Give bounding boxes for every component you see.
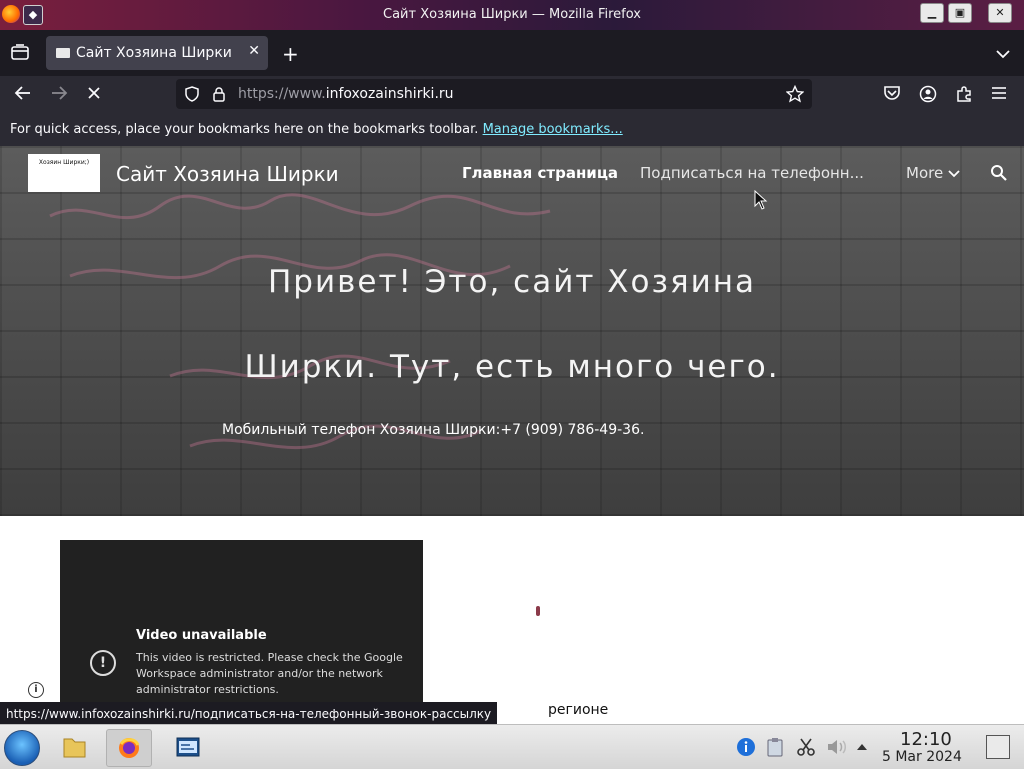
tab-active[interactable]: Сайт Хозяина Ширки ✕	[46, 36, 268, 70]
maximize-button[interactable]: ▣	[948, 3, 972, 23]
account-icon[interactable]	[919, 85, 937, 107]
tab-favicon-icon	[56, 48, 70, 58]
hero-heading-line1: Привет! Это, сайт Хозяина	[267, 264, 757, 300]
firefox-view-icon[interactable]	[11, 44, 29, 64]
hamburger-menu-icon[interactable]	[991, 85, 1007, 104]
web-page: Хозяин Ширки;) Сайт Хозяина Ширки Главна…	[0, 146, 1024, 724]
url-host: infoxozainshirki.ru	[325, 86, 454, 102]
site-logo[interactable]: Хозяин Ширки;)	[28, 154, 100, 192]
embedded-video-player[interactable]: ! Video unavailable This video is restri…	[60, 540, 423, 724]
close-window-button[interactable]: ✕	[988, 3, 1012, 23]
lock-icon[interactable]	[212, 86, 226, 106]
video-error-title: Video unavailable	[136, 628, 267, 643]
loading-mark	[536, 606, 540, 616]
list-all-tabs-chevron-icon[interactable]	[996, 44, 1010, 63]
site-title[interactable]: Сайт Хозяина Ширки	[116, 162, 339, 186]
tray-expand-arrow-icon[interactable]	[856, 737, 868, 761]
site-info-icon[interactable]: i	[28, 682, 44, 698]
taskbar-firefox[interactable]	[106, 729, 152, 767]
clipboard-tray-icon[interactable]	[766, 737, 784, 761]
start-menu-button[interactable]	[4, 730, 40, 766]
video-error-icon: !	[90, 650, 116, 676]
hero-phone-text: Мобильный телефон Хозяина Ширки:+7 (909)…	[222, 422, 645, 438]
pocket-icon[interactable]	[883, 85, 901, 105]
volume-tray-icon[interactable]	[826, 737, 848, 761]
show-desktop-button[interactable]	[986, 735, 1010, 759]
site-search-icon[interactable]	[990, 164, 1008, 186]
nav-home-link[interactable]: Главная страница	[462, 164, 618, 182]
minimize-button[interactable]: ▁	[920, 3, 944, 23]
url-prefix: https://www.	[238, 86, 326, 102]
nav-subscribe-link[interactable]: Подписаться на телефонн...	[640, 164, 864, 182]
back-arrow-icon[interactable]	[14, 85, 32, 105]
address-bar[interactable]: https://www.infoxozainshirki.ru	[176, 79, 812, 109]
forward-arrow-icon[interactable]	[50, 85, 68, 105]
folder-icon	[63, 738, 86, 758]
stop-loading-icon[interactable]	[86, 85, 102, 105]
url-text[interactable]: https://www.infoxozainshirki.ru	[238, 86, 454, 102]
taskbar-terminal[interactable]	[166, 729, 210, 765]
bookmarks-hint-text: For quick access, place your bookmarks h…	[10, 122, 479, 137]
mouse-cursor-icon	[754, 189, 768, 214]
nav-more-label: More	[906, 164, 944, 182]
window-title: Сайт Хозяина Ширки — Mozilla Firefox	[383, 7, 641, 22]
tab-title: Сайт Хозяина Ширки	[76, 45, 232, 61]
taskbar: 12:10 5 Mar 2024	[0, 724, 1024, 769]
nav-more-dropdown[interactable]: More	[906, 164, 960, 182]
taskbar-file-manager[interactable]	[52, 729, 96, 765]
navigation-toolbar: https://www.infoxozainshirki.ru	[0, 76, 1024, 114]
new-tab-button[interactable]: +	[282, 42, 299, 66]
tab-bar: Сайт Хозяина Ширки ✕ +	[0, 30, 1024, 76]
site-logo-text: Хозяин Ширки;)	[38, 159, 90, 166]
chevron-down-icon	[948, 170, 960, 178]
bookmark-star-icon[interactable]	[785, 84, 805, 107]
close-tab-icon[interactable]: ✕	[248, 43, 260, 59]
video-error-message: This video is restricted. Please check t…	[136, 651, 403, 696]
firefox-icon	[119, 738, 140, 758]
tracking-protection-shield-icon[interactable]	[184, 86, 200, 106]
status-link-preview: https://www.infoxozainshirki.ru/подписат…	[0, 702, 498, 724]
info-tray-icon[interactable]	[736, 737, 756, 761]
scissors-tray-icon[interactable]	[796, 737, 816, 761]
bookmarks-hint: For quick access, place your bookmarks h…	[10, 122, 623, 137]
clock-time[interactable]: 12:10	[900, 729, 952, 750]
hero-banner: Хозяин Ширки;) Сайт Хозяина Ширки Главна…	[0, 146, 1024, 516]
clock-date[interactable]: 5 Mar 2024	[882, 749, 962, 765]
region-text-fragment: регионе	[548, 702, 609, 718]
manage-bookmarks-link[interactable]: Manage bookmarks...	[483, 122, 623, 137]
window-titlebar: ◆ Сайт Хозяина Ширки — Mozilla Firefox ▁…	[0, 0, 1024, 30]
extensions-puzzle-icon[interactable]	[955, 85, 973, 107]
terminal-icon	[176, 737, 200, 757]
bookmarks-toolbar: For quick access, place your bookmarks h…	[0, 114, 1024, 146]
hero-heading-line2: Ширки. Тут, есть много чего.	[244, 349, 780, 385]
